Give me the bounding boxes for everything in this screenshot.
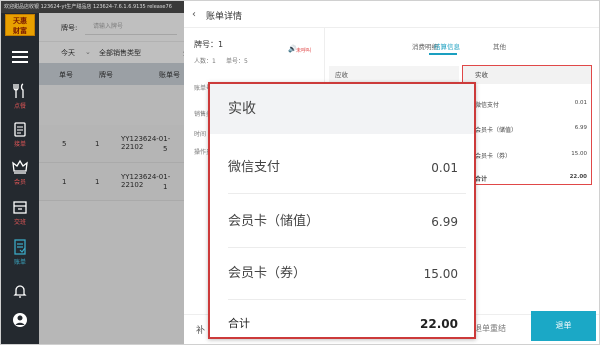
total-label: 合计 [475,176,488,183]
sidebar-item-label: 点餐 [13,103,26,110]
modal-overlay[interactable] [39,13,191,344]
payment-label: 会员卡（券） [475,153,512,160]
user-icon [13,313,27,327]
payment-label: 会员卡（储值） [228,214,320,229]
app-window: 欢迎甜品店收银 123624-yt生产甜品店 123624-7.6.1.6.91… [0,0,600,345]
paid-summary-box: 实收 微信支付 0.01 会员卡（储值） 6.99 会员卡（券） 15.00 合计 22… [462,65,592,185]
zoom-payment-row: 微信支付 0.01 [228,142,466,194]
payment-row: 会员卡（券） 15.00 [475,151,587,160]
active-tab-indicator [429,53,457,55]
sidebar-item-label: 接单 [13,141,26,148]
status-bar: 欢迎甜品店收银 123624-yt生产甜品店 123624-7.6.1.6.91… [1,1,191,13]
payment-label: 微信支付 [475,102,500,109]
total-value: 22.00 [569,174,587,180]
sidebar-item-shift[interactable]: 交班 [1,199,39,233]
payment-value: 6.99 [431,215,458,229]
payment-value: 15.00 [423,267,458,281]
tab-other[interactable]: 其他 [493,41,506,51]
time-label: 时间 [194,131,207,138]
zoom-total-row: 合计 22.00 [228,298,466,344]
sidebar-item-label: 会员 [13,179,26,186]
people-count: 人数：1 [194,58,216,65]
order-number: 单号：5 [226,58,248,65]
payment-value: 15.00 [571,151,587,157]
bill-icon [14,239,26,255]
zoom-paid-header: 实收 [210,84,474,134]
anti-settle-button[interactable]: 退单重结 [474,323,506,334]
bell-icon [13,285,27,298]
sidebar-item-bill[interactable]: 账单 [1,239,39,273]
chevron-left-icon[interactable]: ‹ [192,9,196,20]
sidebar-item-user[interactable] [1,312,39,344]
sidebar-item-label: 交班 [13,219,26,226]
sidebar-item-order[interactable]: 点餐 [1,83,39,117]
plate-number: 牌号：1 [194,40,224,49]
total-value: 22.00 [420,317,458,331]
payment-value: 0.01 [431,161,458,175]
payment-label: 微信支付 [228,160,281,175]
handover-icon [13,201,27,214]
page-title: 账单详情 [206,12,243,22]
payment-value: 6.99 [574,125,587,131]
payment-value: 0.01 [574,100,587,106]
hamburger-menu-icon[interactable] [12,51,28,63]
app-logo: 天惠 财富 [5,14,35,36]
clipboard-icon [14,122,26,137]
total-label: 合计 [228,317,250,330]
logo-line2: 财富 [13,27,27,35]
sidebar: 天惠 财富 点餐 接单 会员 交班 账单 [1,13,39,344]
payment-row: 微信支付 0.01 [475,100,587,109]
crown-icon [12,159,28,174]
sidebar-item-receive[interactable]: 接单 [1,121,39,155]
refund-button[interactable]: 退单 [531,311,596,341]
zoom-payment-row: 会员卡（券） 15.00 [228,248,466,300]
call-status: 未呼叫 [296,48,312,54]
payment-label: 会员卡（储值） [475,127,518,134]
paid-header: 实收 [463,66,591,84]
divider [184,27,599,28]
zoom-payment-row: 会员卡（储值） 6.99 [228,196,466,248]
logo-line1: 天惠 [13,17,27,25]
payment-row: 会员卡（储值） 6.99 [475,125,587,134]
payment-label: 会员卡（券） [228,266,307,281]
total-row: 合计 22.00 [475,174,587,183]
fork-knife-icon [13,83,24,98]
tab-settlement-info[interactable]: 结算信息 [434,41,460,51]
partial-label: 补 [196,326,206,336]
sidebar-item-label: 账单 [13,259,26,266]
paid-summary-zoom: 实收 微信支付 0.01 会员卡（储值） 6.99 会员卡（券） 15.00 合计 22… [208,82,476,339]
sidebar-item-member[interactable]: 会员 [1,159,39,193]
